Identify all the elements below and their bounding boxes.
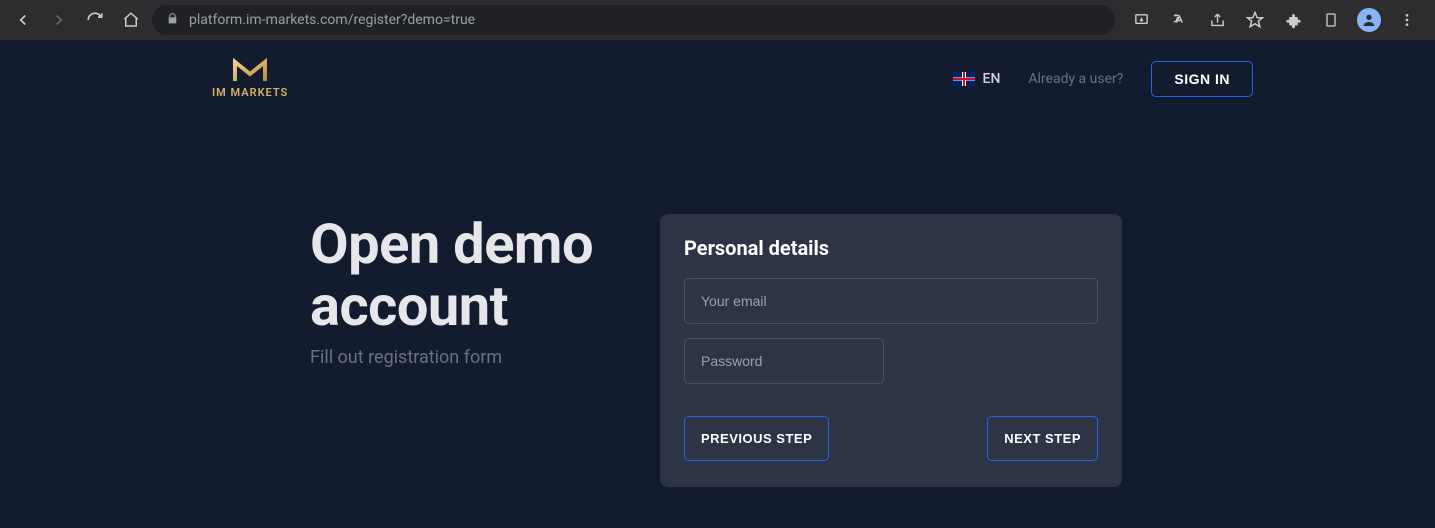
forward-button[interactable]: [44, 5, 74, 35]
bookmark-star-icon[interactable]: [1241, 6, 1269, 34]
extensions-icon[interactable]: [1279, 6, 1307, 34]
url-path: /register?demo=true: [348, 12, 475, 28]
header-right: EN Already a user? SIGN IN: [953, 61, 1253, 97]
browser-chrome: platform.im-markets.com/register?demo=tr…: [0, 0, 1435, 40]
home-button[interactable]: [116, 5, 146, 35]
next-step-button[interactable]: NEXT STEP: [987, 416, 1098, 461]
lock-icon: [166, 12, 179, 29]
url-host: platform.im-markets.com: [189, 12, 348, 28]
already-user-text: Already a user?: [1028, 71, 1123, 87]
logo-icon: [232, 58, 268, 84]
site-header: IM MARKETS EN Already a user? SIGN IN: [0, 40, 1435, 99]
logo-text: IM MARKETS: [212, 86, 288, 99]
language-label: EN: [983, 71, 1001, 87]
back-button[interactable]: [8, 5, 38, 35]
main-content: Open demo account Fill out registration …: [0, 99, 1435, 487]
page-subtitle: Fill out registration form: [310, 347, 630, 368]
email-field[interactable]: [684, 278, 1098, 324]
install-icon[interactable]: [1127, 6, 1155, 34]
share-icon[interactable]: [1203, 6, 1231, 34]
device-icon[interactable]: [1317, 6, 1345, 34]
profile-avatar[interactable]: [1355, 6, 1383, 34]
toolbar-right: [1121, 6, 1427, 34]
form-section-title: Personal details: [684, 236, 1098, 260]
page: IM MARKETS EN Already a user? SIGN IN Op…: [0, 40, 1435, 528]
uk-flag-icon: [953, 72, 975, 86]
language-selector[interactable]: EN: [953, 71, 1001, 87]
kebab-menu-icon[interactable]: [1393, 6, 1421, 34]
logo[interactable]: IM MARKETS: [212, 58, 288, 99]
url-text: platform.im-markets.com/register?demo=tr…: [189, 12, 475, 28]
reload-button[interactable]: [80, 5, 110, 35]
page-title: Open demo account: [310, 214, 630, 337]
form-card: Personal details PREVIOUS STEP NEXT STEP: [660, 214, 1122, 487]
previous-step-button[interactable]: PREVIOUS STEP: [684, 416, 829, 461]
signin-button[interactable]: SIGN IN: [1151, 61, 1253, 97]
translate-icon[interactable]: [1165, 6, 1193, 34]
password-field[interactable]: [684, 338, 884, 384]
left-column: Open demo account Fill out registration …: [310, 214, 630, 487]
address-bar[interactable]: platform.im-markets.com/register?demo=tr…: [152, 5, 1115, 35]
form-buttons: PREVIOUS STEP NEXT STEP: [684, 416, 1098, 461]
